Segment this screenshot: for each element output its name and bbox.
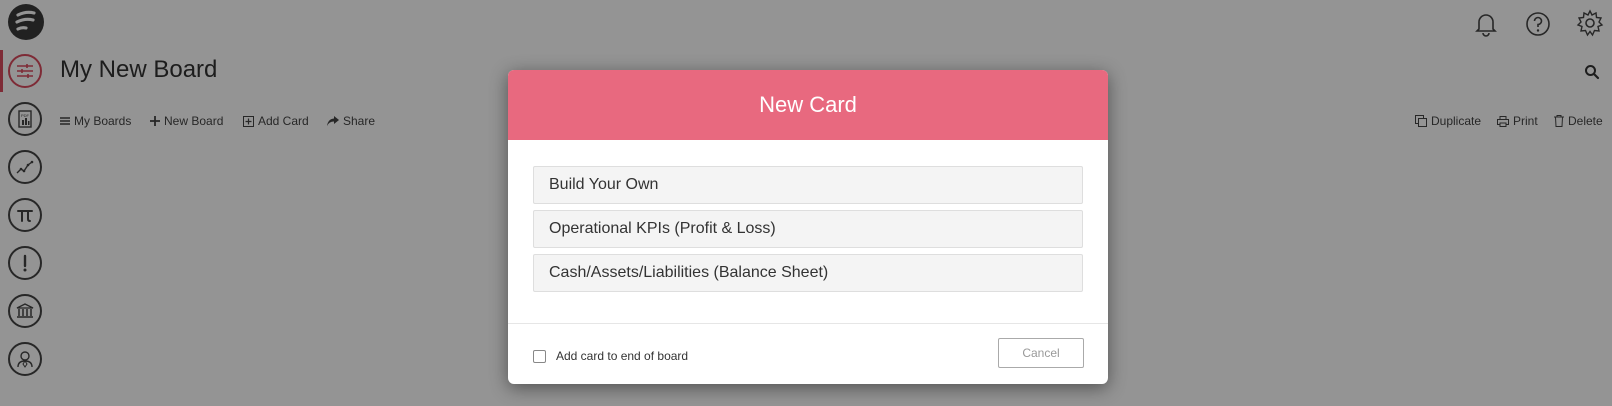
option-operational-kpis[interactable]: Operational KPIs (Profit & Loss)	[533, 210, 1083, 248]
card-template-list: Build Your Own Operational KPIs (Profit …	[533, 166, 1083, 298]
add-to-end-label: Add card to end of board	[556, 349, 689, 363]
add-to-end-checkbox[interactable]	[533, 349, 546, 363]
new-card-dialog: New Card Build Your Own Operational KPIs…	[508, 70, 1108, 384]
dialog-title: New Card	[508, 70, 1108, 140]
add-to-end-checkbox-row[interactable]: Add card to end of board	[533, 349, 688, 363]
option-build-your-own[interactable]: Build Your Own	[533, 166, 1083, 204]
dialog-divider	[508, 323, 1108, 324]
app-root: PDF My New Board My Boards New Board Add…	[0, 0, 1612, 406]
cancel-button[interactable]: Cancel	[998, 338, 1084, 368]
option-balance-sheet[interactable]: Cash/Assets/Liabilities (Balance Sheet)	[533, 254, 1083, 292]
